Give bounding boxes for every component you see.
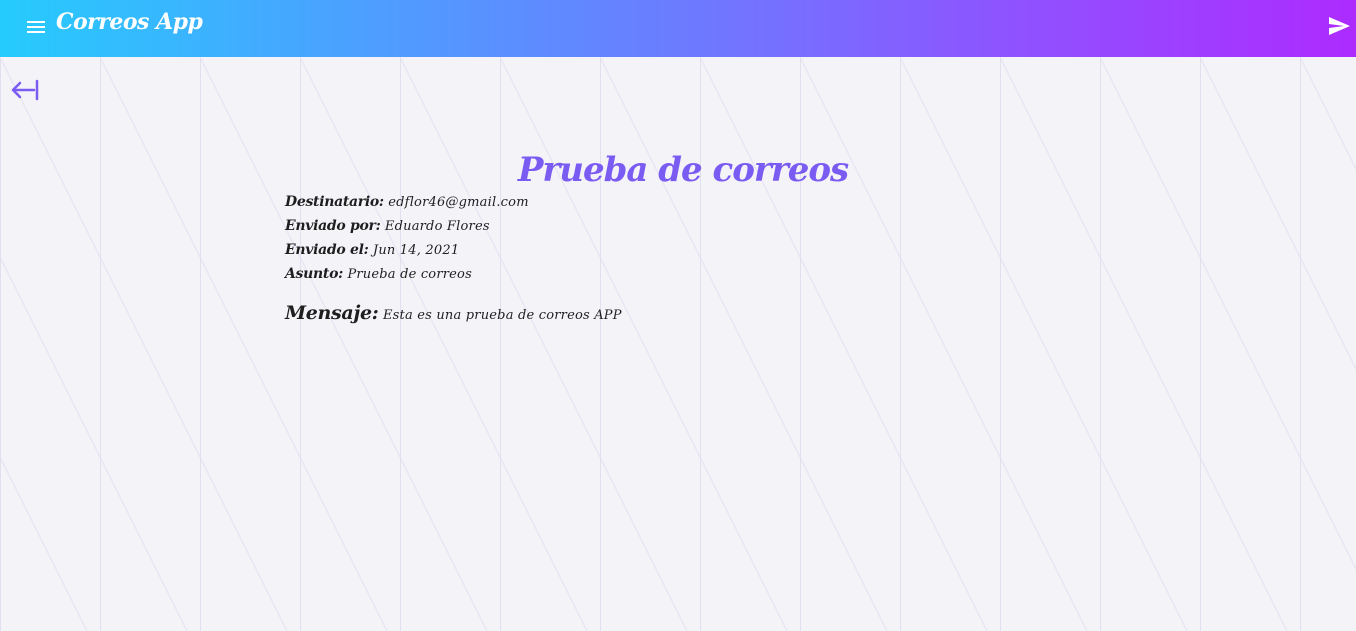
top-app-bar: Correos App — [0, 0, 1356, 57]
sent-date-label: Enviado el: — [285, 242, 369, 258]
sender-field: Enviado por: Eduardo Flores — [285, 216, 490, 237]
message-body: Esta es una prueba de correos APP — [382, 308, 622, 323]
send-icon — [1329, 17, 1350, 35]
back-arrow-icon — [11, 79, 39, 101]
subject-label: Asunto: — [285, 266, 343, 282]
recipient-label: Destinatario: — [285, 194, 384, 210]
message-label: Mensaje: — [285, 302, 379, 324]
sent-date-field: Enviado el: Jun 14, 2021 — [285, 240, 459, 261]
menu-icon — [27, 21, 45, 33]
send-button[interactable] — [1326, 14, 1352, 38]
recipient-value: edflor46@gmail.com — [388, 195, 529, 210]
message-field: Mensaje: Esta es una prueba de correos A… — [285, 303, 622, 326]
menu-button[interactable] — [24, 15, 48, 39]
subject-field: Asunto: Prueba de correos — [285, 264, 472, 285]
sender-value: Eduardo Flores — [384, 219, 490, 234]
mail-subject-title: Prueba de correos — [517, 149, 849, 190]
recipient-field: Destinatario: edflor46@gmail.com — [285, 192, 529, 213]
mail-detail: Prueba de correos Destinatario: edflor46… — [0, 57, 1356, 631]
subject-value: Prueba de correos — [347, 267, 472, 282]
sent-date-value: Jun 14, 2021 — [372, 243, 460, 258]
app-title: Correos App — [56, 9, 203, 35]
sender-label: Enviado por: — [285, 218, 381, 234]
back-button[interactable] — [10, 78, 42, 102]
